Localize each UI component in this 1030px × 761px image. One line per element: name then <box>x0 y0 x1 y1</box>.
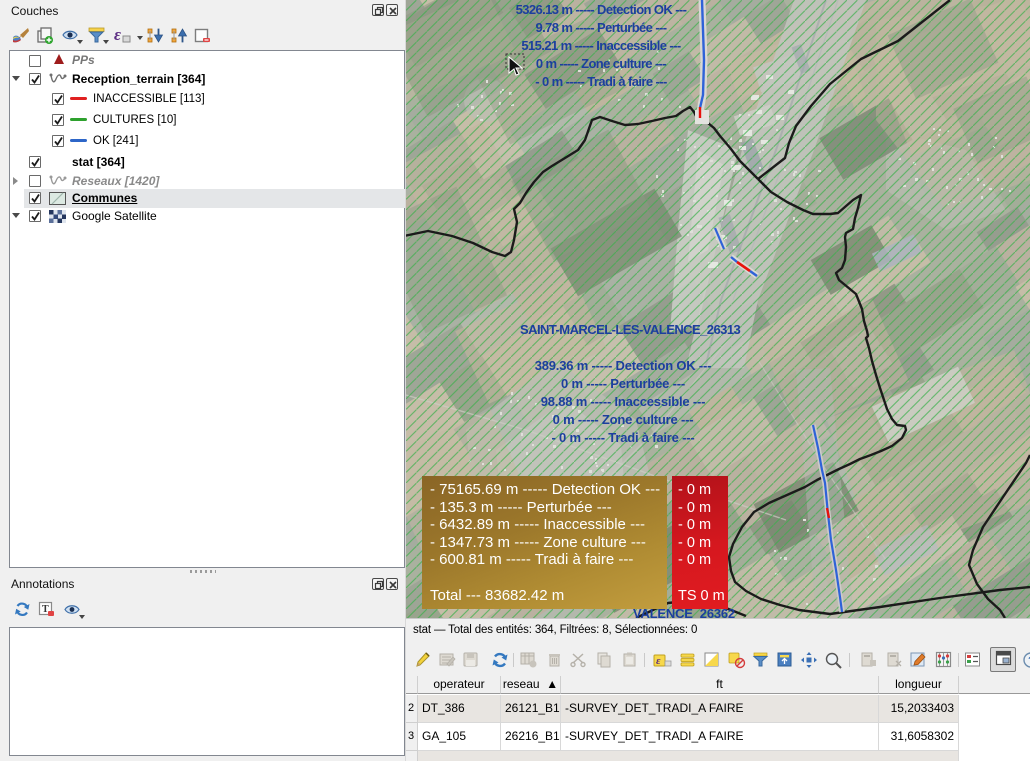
svg-text:ε: ε <box>656 655 661 667</box>
svg-text:T: T <box>42 604 49 615</box>
svg-text:ε: ε <box>114 27 121 44</box>
